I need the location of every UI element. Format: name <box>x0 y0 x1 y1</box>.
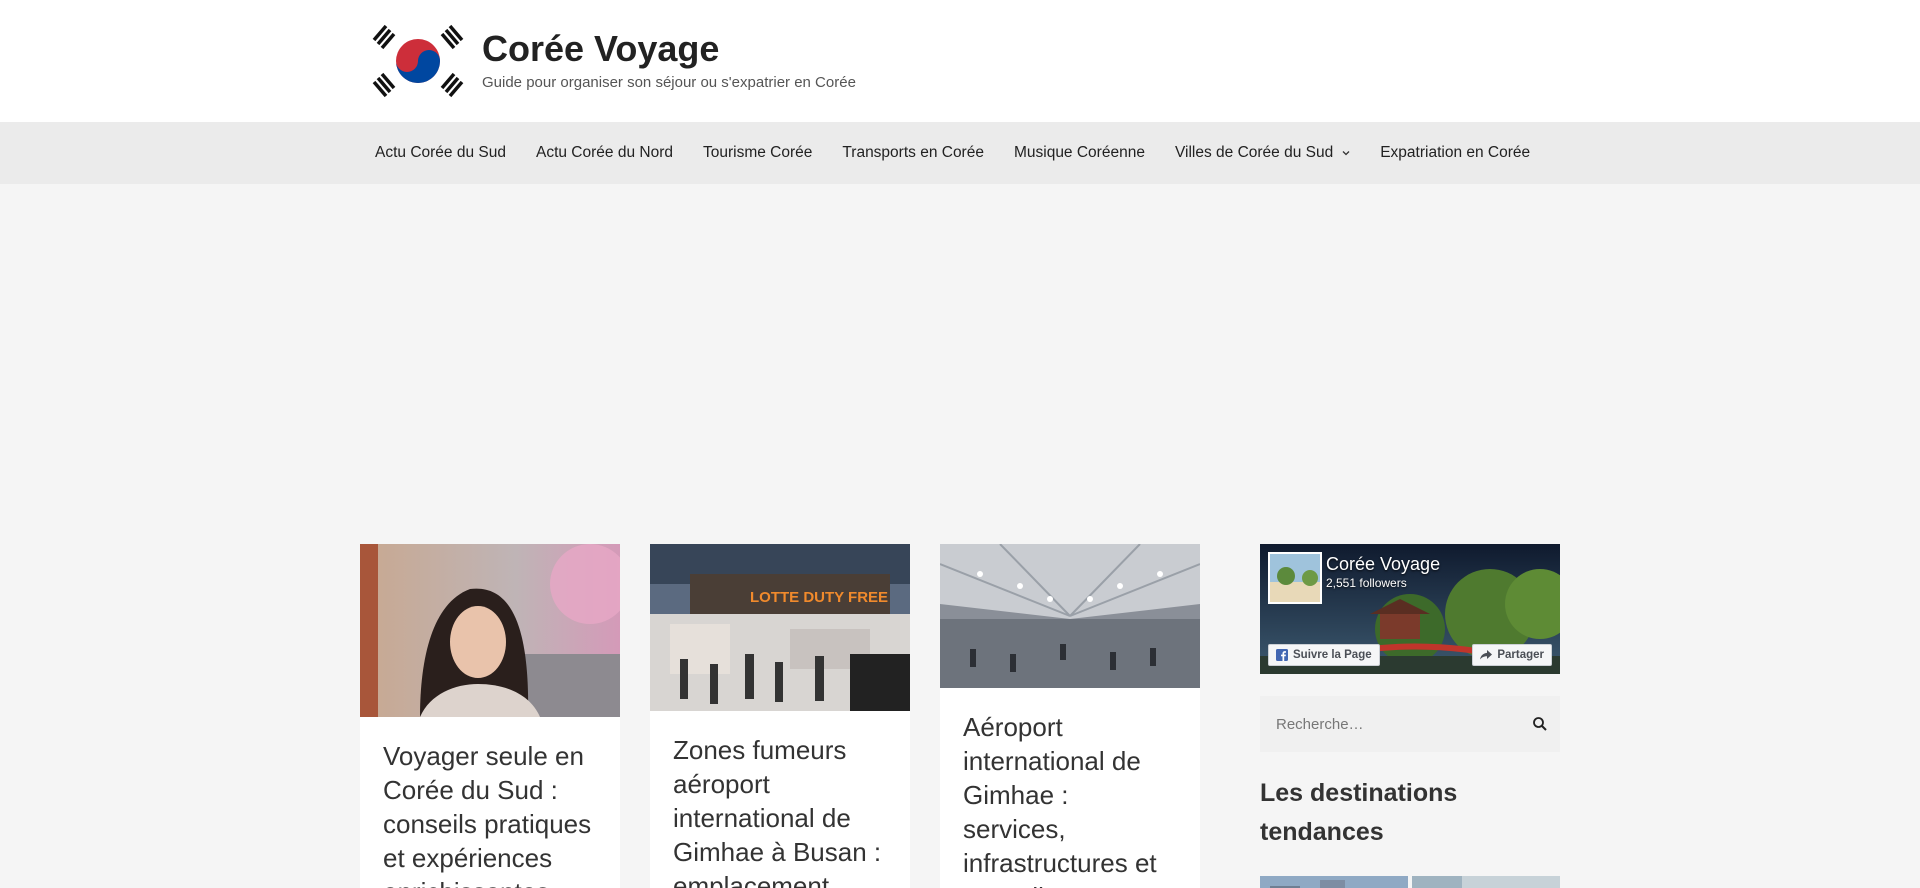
post-card[interactable]: Voyager seule en Corée du Sud : conseils… <box>360 544 620 888</box>
nav-item-label[interactable]: Actu Corée du Sud <box>375 144 506 162</box>
facebook-followers-count: 2,551 followers <box>1326 576 1407 590</box>
nav-item-actu-coree-du-sud[interactable]: Actu Corée du Sud <box>375 144 506 162</box>
ad-space <box>0 184 1920 544</box>
main-navigation: Actu Corée du Sud Actu Corée du Nord Tou… <box>0 122 1920 184</box>
nav-item-label[interactable]: Villes de Corée du Sud <box>1175 144 1333 162</box>
site-tagline: Guide pour organiser son séjour ou s'exp… <box>482 74 856 91</box>
sidebar: Corée Voyage 2,551 followers Suivre la P… <box>1260 544 1560 888</box>
widget-title: Les destinations tendances <box>1260 779 1458 846</box>
destination-thumbnail[interactable] <box>1412 876 1560 888</box>
facebook-share-label[interactable]: Partager <box>1497 649 1544 661</box>
facebook-share-button[interactable]: Partager <box>1472 644 1552 666</box>
facebook-follow-button[interactable]: Suivre la Page <box>1268 644 1380 666</box>
share-arrow-icon <box>1480 650 1493 660</box>
facebook-page-avatar[interactable] <box>1268 552 1322 604</box>
destination-thumbnails <box>1260 876 1560 888</box>
destination-thumbnail[interactable] <box>1260 876 1408 888</box>
svg-text:LOTTE DUTY FREE: LOTTE DUTY FREE <box>750 589 888 606</box>
post-card[interactable]: LOTTE DUTY FREE Zones fumeurs aéroport i… <box>650 544 910 888</box>
nav-item-actu-coree-du-nord[interactable]: Actu Corée du Nord <box>536 144 673 162</box>
brand-text: Corée Voyage Guide pour organiser son sé… <box>482 28 856 91</box>
nav-item-label[interactable]: Expatriation en Corée <box>1380 144 1530 162</box>
nav-item-musique-coreenne[interactable]: Musique Coréenne <box>1014 144 1145 162</box>
post-card[interactable]: Aéroport international de Gimhae : servi… <box>940 544 1200 888</box>
korean-flag-icon[interactable] <box>372 24 464 98</box>
nav-item-transports-en-coree[interactable]: Transports en Corée <box>842 144 984 162</box>
post-title[interactable]: Aéroport international de Gimhae : servi… <box>940 688 1200 888</box>
search-icon[interactable] <box>1532 716 1548 732</box>
site-title[interactable]: Corée Voyage <box>482 28 856 70</box>
nav-item-villes-de-coree-du-sud[interactable]: Villes de Corée du Sud <box>1175 144 1350 162</box>
search-form <box>1260 696 1560 752</box>
nav-item-label[interactable]: Tourisme Corée <box>703 144 812 162</box>
site-header: Corée Voyage Guide pour organiser son sé… <box>0 0 1920 122</box>
post-thumbnail[interactable] <box>940 544 1200 688</box>
nav-menu: Actu Corée du Sud Actu Corée du Nord Tou… <box>375 122 1560 184</box>
post-title[interactable]: Voyager seule en Corée du Sud : conseils… <box>360 717 620 888</box>
chevron-down-icon[interactable] <box>1342 149 1350 157</box>
nav-item-label[interactable]: Musique Coréenne <box>1014 144 1145 162</box>
facebook-icon <box>1276 649 1288 661</box>
facebook-follow-label[interactable]: Suivre la Page <box>1293 649 1372 661</box>
nav-item-label[interactable]: Actu Corée du Nord <box>536 144 673 162</box>
post-title[interactable]: Zones fumeurs aéroport international de … <box>650 711 910 888</box>
facebook-page-name[interactable]: Corée Voyage <box>1326 554 1440 575</box>
post-thumbnail[interactable] <box>360 544 620 717</box>
nav-item-expatriation-en-coree[interactable]: Expatriation en Corée <box>1380 144 1530 162</box>
post-thumbnail[interactable]: LOTTE DUTY FREE <box>650 544 910 711</box>
nav-item-tourisme-coree[interactable]: Tourisme Corée <box>703 144 812 162</box>
nav-item-label[interactable]: Transports en Corée <box>842 144 984 162</box>
facebook-page-widget[interactable]: Corée Voyage 2,551 followers Suivre la P… <box>1260 544 1560 674</box>
site-branding[interactable]: Corée Voyage Guide pour organiser son sé… <box>372 24 856 98</box>
search-input[interactable] <box>1260 696 1510 752</box>
